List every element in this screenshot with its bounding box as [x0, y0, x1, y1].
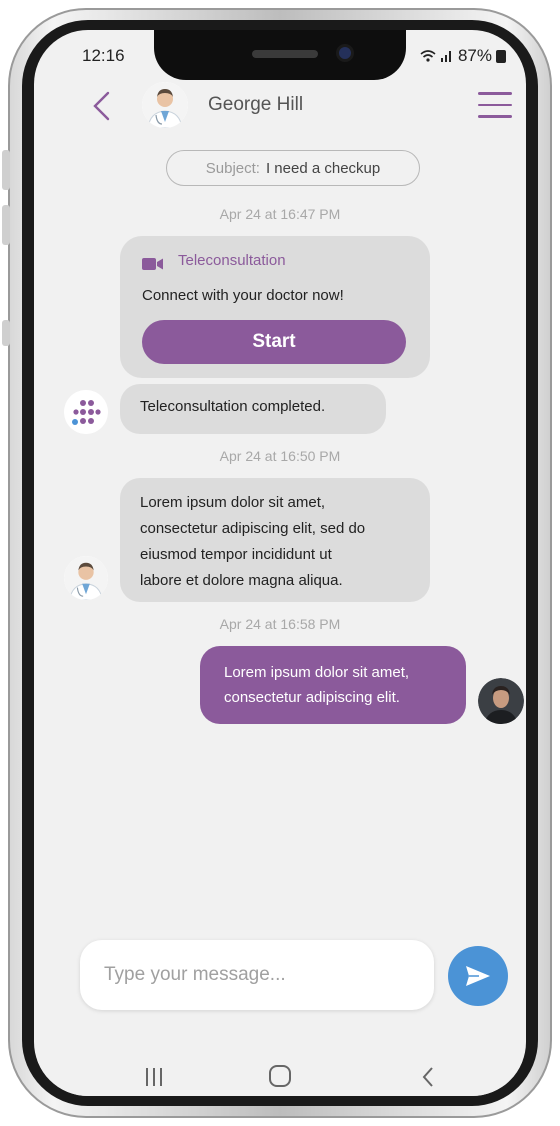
doctor-avatar[interactable]	[142, 82, 188, 128]
wifi-icon	[420, 50, 436, 62]
message-input[interactable]	[104, 964, 414, 986]
doctor-icon	[64, 556, 108, 600]
doctor-icon	[142, 82, 188, 128]
message-bubble: Lorem ipsum dolor sit amet, consectetur …	[120, 478, 430, 602]
message-line: Lorem ipsum dolor sit amet,	[224, 664, 410, 681]
nav-back-icon	[422, 1067, 433, 1087]
teleconsultation-card: Teleconsultation Connect with your docto…	[120, 236, 430, 378]
subject-label: Subject:	[205, 159, 260, 177]
battery-percent: 87%	[457, 46, 492, 65]
nav-back-button[interactable]	[408, 1060, 448, 1090]
phone-side-button	[2, 320, 10, 346]
menu-button[interactable]	[478, 92, 512, 118]
phone-side-button	[2, 205, 10, 245]
message-line: consectetur adipiscing elit, sed do	[140, 520, 366, 537]
teleconsultation-text: Connect with your doctor now!	[142, 287, 344, 304]
teleconsultation-title: Teleconsultation	[178, 252, 286, 269]
doctor-avatar	[64, 556, 108, 600]
nav-recent-button[interactable]	[134, 1060, 174, 1090]
user-photo-icon	[478, 678, 524, 724]
battery-icon	[496, 49, 506, 63]
status-time: 12:16	[82, 46, 125, 65]
user-avatar	[478, 678, 524, 724]
send-button[interactable]	[448, 946, 508, 1006]
message-line: consectetur adipiscing elit.	[224, 689, 400, 706]
subject-pill: Subject: I need a checkup	[166, 150, 420, 186]
start-button[interactable]: Start	[142, 320, 406, 364]
subject-value: I need a checkup	[265, 159, 381, 177]
message-bubble-outgoing: Lorem ipsum dolor sit amet, consectetur …	[200, 646, 466, 724]
message-composer	[80, 940, 434, 1010]
message-line: labore et dolore magna aliqua.	[140, 572, 343, 589]
nav-home-icon	[269, 1065, 291, 1087]
app-avatar	[64, 390, 108, 434]
system-nav-bar	[34, 1060, 526, 1096]
timestamp: Apr 24 at 16:47 PM	[219, 206, 341, 222]
video-camera-icon	[142, 258, 163, 270]
contact-name: George Hill	[208, 94, 304, 115]
message-line: eiusmod tempor incididunt ut	[140, 546, 332, 563]
front-camera	[336, 44, 354, 62]
message-bubble: Teleconsultation completed.	[120, 384, 386, 434]
hamburger-menu-icon	[478, 92, 512, 95]
message-line: Lorem ipsum dolor sit amet,	[140, 494, 326, 511]
message-text: Teleconsultation completed.	[140, 398, 326, 415]
phone-side-button	[2, 150, 10, 190]
nav-home-button[interactable]	[260, 1060, 300, 1090]
nav-recent-icon	[146, 1068, 162, 1086]
status-indicators: 87%	[420, 46, 506, 66]
app-logo-icon	[64, 390, 108, 434]
screen: 12:16 87% George Hill Subject: I need a …	[34, 30, 526, 1096]
speaker	[252, 50, 318, 58]
notch	[154, 30, 406, 80]
back-button[interactable]	[90, 90, 112, 122]
back-chevron-icon	[93, 91, 110, 121]
send-icon	[466, 966, 490, 986]
timestamp: Apr 24 at 16:50 PM	[219, 448, 341, 464]
signal-icon	[440, 51, 451, 62]
timestamp: Apr 24 at 16:58 PM	[219, 616, 341, 632]
